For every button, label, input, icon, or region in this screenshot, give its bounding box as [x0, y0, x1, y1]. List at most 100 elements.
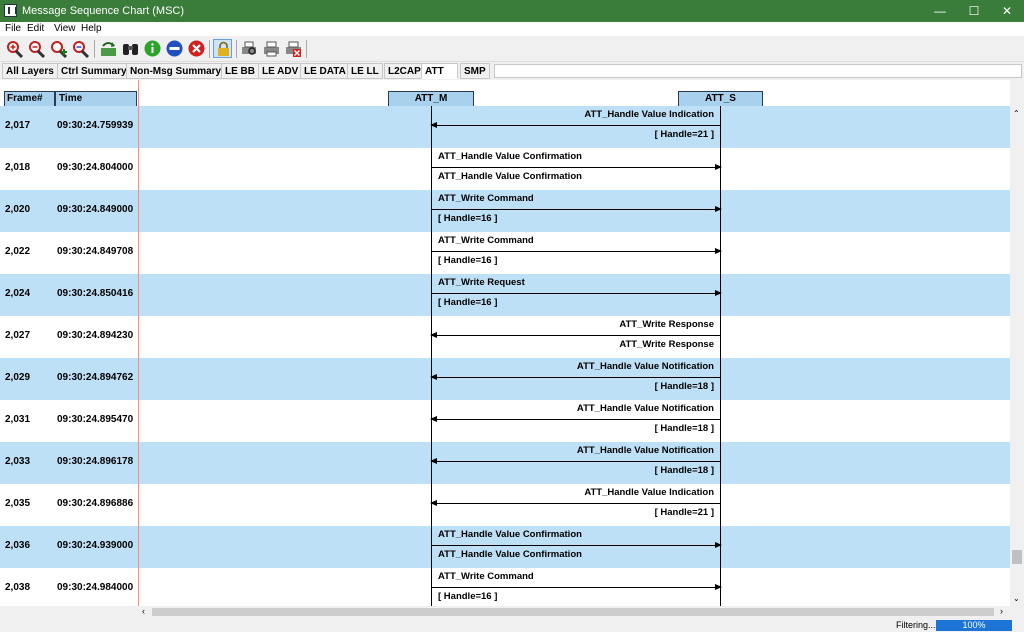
tab-l2cap[interactable]: L2CAP: [384, 63, 425, 79]
refresh-icon[interactable]: [99, 39, 118, 58]
timestamp: 09:30:24.896178: [57, 456, 134, 467]
timestamp: 09:30:24.939000: [57, 540, 134, 551]
scroll-up-icon[interactable]: ⌃: [1013, 109, 1020, 118]
arrow-right: [431, 206, 722, 212]
arrow-right: [431, 248, 722, 254]
message-row[interactable]: 2,031 09:30:24.895470 ATT_Handle Value Not…: [0, 400, 1010, 442]
message-detail: [ Handle=18 ]: [654, 423, 714, 434]
stop-icon[interactable]: [165, 39, 184, 58]
message-label: ATT_Handle Value Confirmation: [438, 529, 582, 540]
zoom-out-icon[interactable]: [27, 39, 46, 59]
status-bar: Filtering... 100%: [0, 618, 1024, 632]
message-row[interactable]: 2,035 09:30:24.896886 ATT_Handle Value Ind…: [0, 484, 1010, 526]
message-label: ATT_Handle Value Notification: [576, 445, 714, 456]
menu-help[interactable]: Help: [81, 23, 102, 34]
app-icon: [4, 4, 17, 17]
message-row[interactable]: 2,022 09:30:24.849708 ATT_Write Command [ H…: [0, 232, 1010, 274]
arrow-left: [430, 458, 721, 464]
message-row[interactable]: 2,027 09:30:24.894230 ATT_Write Response AT…: [0, 316, 1010, 358]
message-detail: [ Handle=21 ]: [654, 507, 714, 518]
timestamp: 09:30:24.894230: [57, 330, 134, 341]
timestamp: 09:30:24.984000: [57, 582, 134, 593]
sequence-chart: Frame# Time ATT_M ATT_S 2,017 09:30:24.75…: [0, 80, 1010, 606]
message-row[interactable]: 2,033 09:30:24.896178 ATT_Handle Value Not…: [0, 442, 1010, 484]
toolbar: [0, 36, 1024, 62]
tab-le-data[interactable]: LE DATA: [300, 63, 350, 79]
timestamp: 09:30:24.849708: [57, 246, 134, 257]
arrow-left: [430, 500, 721, 506]
frame-number: 2,022: [5, 246, 31, 257]
tab-non-msg-summary[interactable]: Non-Msg Summary: [126, 63, 226, 79]
toolbar-separator: [236, 40, 237, 58]
lifeline-header-att-m[interactable]: ATT_M: [388, 91, 474, 107]
message-detail: ATT_Handle Value Confirmation: [438, 549, 582, 560]
tab-le-ll[interactable]: LE LL: [347, 63, 383, 79]
scroll-left-icon[interactable]: ‹: [142, 606, 145, 616]
binoculars-icon[interactable]: [121, 39, 140, 58]
zoom-in-icon[interactable]: [5, 39, 24, 59]
menu-file[interactable]: File: [5, 23, 21, 34]
horizontal-scrollbar[interactable]: ‹ ›: [138, 606, 1010, 618]
message-label: ATT_Handle Value Notification: [576, 361, 714, 372]
maximize-button[interactable]: ☐: [957, 0, 991, 22]
info-icon[interactable]: [143, 39, 162, 58]
menu-bar: File Edit View Help: [0, 22, 1024, 36]
frame-number: 2,036: [5, 540, 31, 551]
toolbar-separator: [306, 40, 307, 58]
tab-all-layers[interactable]: All Layers: [2, 63, 58, 79]
scroll-right-icon[interactable]: ›: [1000, 606, 1003, 616]
message-detail: [ Handle=18 ]: [654, 465, 714, 476]
vertical-scrollbar[interactable]: ⌃ ⌄: [1010, 106, 1024, 606]
tab-att[interactable]: ATT: [421, 63, 458, 79]
tab-le-bb[interactable]: LE BB: [221, 63, 259, 79]
message-label: ATT_Write Command: [438, 235, 534, 246]
timestamp: 09:30:24.896886: [57, 498, 134, 509]
frame-number: 2,033: [5, 456, 31, 467]
print-icon[interactable]: [262, 39, 281, 58]
message-row[interactable]: 2,018 09:30:24.804000 ATT_Handle Value Con…: [0, 148, 1010, 190]
zoom-reset-icon[interactable]: [71, 39, 90, 59]
print-cancel-icon[interactable]: [284, 39, 303, 58]
message-label: ATT_Handle Value Notification: [576, 403, 714, 414]
horizontal-scroll-thumb[interactable]: [152, 608, 994, 616]
frame-column-header[interactable]: Frame#: [4, 91, 55, 107]
arrow-right: [431, 290, 722, 296]
timestamp: 09:30:24.804000: [57, 162, 134, 173]
tab-le-adv[interactable]: LE ADV: [258, 63, 303, 79]
lock-icon[interactable]: [213, 39, 232, 58]
lifeline-att-m: [431, 106, 432, 606]
message-detail: ATT_Write Response: [619, 339, 714, 350]
menu-edit[interactable]: Edit: [27, 23, 44, 34]
print-preview-icon[interactable]: [240, 39, 259, 58]
message-row[interactable]: 2,017 09:30:24.759939 ATT_Handle Value Ind…: [0, 106, 1010, 148]
scroll-down-icon[interactable]: ⌄: [1013, 594, 1020, 603]
menu-view[interactable]: View: [54, 23, 76, 34]
message-row[interactable]: 2,038 09:30:24.984000 ATT_Write Command [ H…: [0, 568, 1010, 606]
message-row[interactable]: 2,020 09:30:24.849000 ATT_Write Command [ H…: [0, 190, 1010, 232]
timestamp: 09:30:24.759939: [57, 120, 134, 131]
message-label: ATT_Write Request: [438, 277, 525, 288]
message-detail: ATT_Handle Value Confirmation: [438, 171, 582, 182]
time-column-header[interactable]: Time: [55, 91, 137, 107]
close-button[interactable]: ✕: [990, 0, 1024, 22]
tab-smp[interactable]: SMP: [460, 63, 490, 79]
frame-number: 2,018: [5, 162, 31, 173]
arrow-right: [431, 164, 722, 170]
vertical-scroll-thumb[interactable]: [1012, 550, 1022, 564]
message-row[interactable]: 2,029 09:30:24.894762 ATT_Handle Value Not…: [0, 358, 1010, 400]
minimize-button[interactable]: —: [923, 0, 957, 22]
message-row[interactable]: 2,024 09:30:24.850416 ATT_Write Request [ H…: [0, 274, 1010, 316]
frame-number: 2,017: [5, 120, 31, 131]
arrow-left: [430, 374, 721, 380]
tab-ctrl-summary[interactable]: Ctrl Summary: [57, 63, 131, 79]
arrow-left: [430, 416, 721, 422]
frame-number: 2,029: [5, 372, 31, 383]
cancel-icon[interactable]: [187, 39, 206, 58]
lifeline-header-att-s[interactable]: ATT_S: [678, 91, 763, 107]
message-detail: [ Handle=16 ]: [438, 213, 498, 224]
message-row[interactable]: 2,036 09:30:24.939000 ATT_Handle Value Con…: [0, 526, 1010, 568]
message-label: ATT_Handle Value Confirmation: [438, 151, 582, 162]
column-divider: [138, 80, 139, 606]
zoom-add-icon[interactable]: [49, 39, 68, 59]
message-detail: [ Handle=16 ]: [438, 591, 498, 602]
